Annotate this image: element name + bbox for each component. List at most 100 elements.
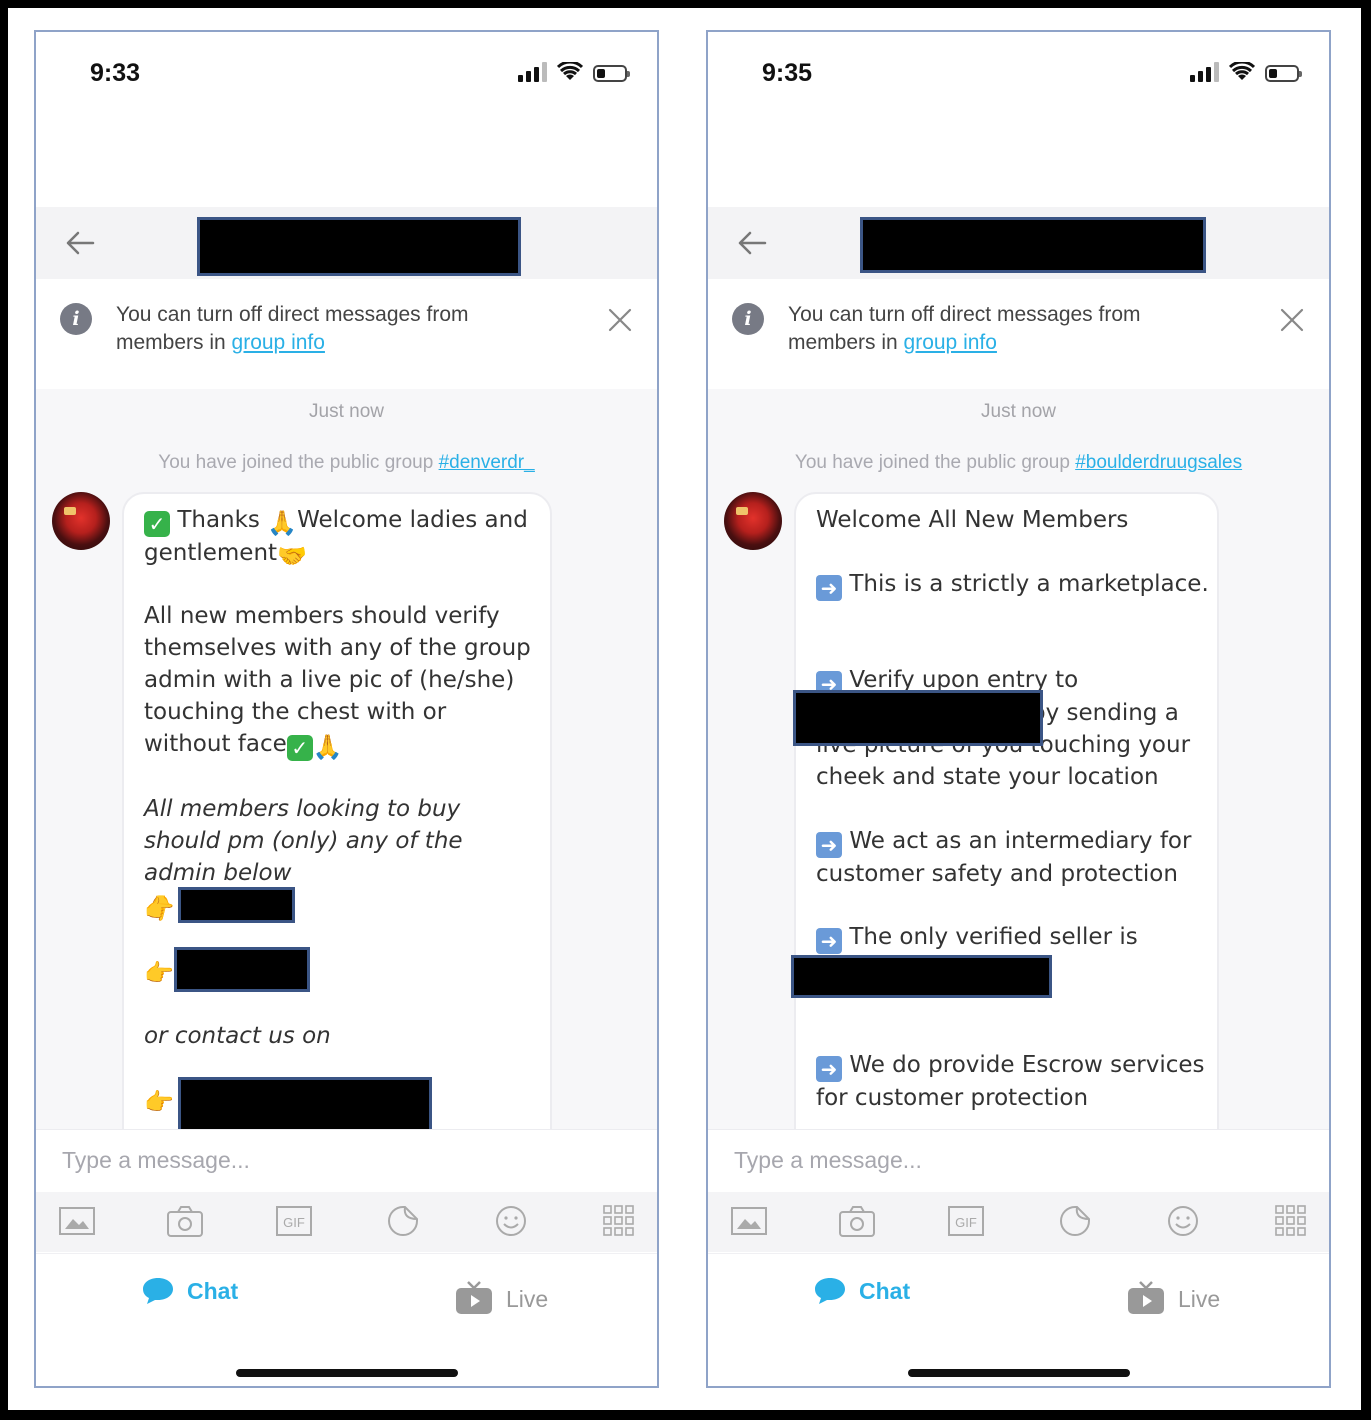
phone-screen-left: 9:33 i You can turn off direct messages … bbox=[34, 30, 659, 1388]
back-arrow-icon[interactable] bbox=[64, 229, 96, 257]
redacted-group-name bbox=[197, 217, 521, 276]
handshake-emoji-icon: 🤝 bbox=[277, 542, 307, 570]
group-info-link[interactable]: group info bbox=[232, 331, 325, 354]
right-arrow-emoji-icon: ➜ bbox=[816, 1056, 842, 1082]
status-bar: 9:33 bbox=[36, 32, 657, 122]
right-arrow-emoji-icon: ➜ bbox=[816, 928, 842, 954]
bottom-tab-bar: Chat Live bbox=[36, 1253, 657, 1386]
camera-icon[interactable] bbox=[838, 1204, 876, 1238]
wifi-icon bbox=[1229, 62, 1255, 80]
chat-header bbox=[36, 207, 657, 279]
message-verify: All new members should verify themselves… bbox=[144, 603, 531, 761]
tab-chat[interactable]: Chat bbox=[813, 1276, 910, 1306]
message-welcome: ✓ Thanks 🙏Welcome ladies and gentlement🤝 bbox=[144, 507, 528, 570]
home-indicator[interactable] bbox=[907, 1369, 1130, 1377]
conversation-area[interactable]: Just now You have joined the public grou… bbox=[36, 389, 657, 1129]
grid-icon[interactable] bbox=[1272, 1204, 1310, 1238]
svg-text:GIF: GIF bbox=[955, 1215, 977, 1230]
message-input-placeholder: Type a message... bbox=[734, 1147, 922, 1173]
message-bubble: Welcome All New Members ➜ This is a stri… bbox=[794, 492, 1219, 1129]
status-bar: 9:35 bbox=[708, 32, 1329, 122]
chat-icon bbox=[815, 1278, 845, 1304]
emoji-icon[interactable] bbox=[1164, 1204, 1202, 1238]
folded-hands-emoji-icon: 🙏 bbox=[267, 509, 298, 537]
redacted-admin-2 bbox=[174, 947, 310, 992]
status-time: 9:35 bbox=[762, 59, 813, 87]
sender-avatar[interactable] bbox=[724, 492, 782, 550]
composer-toolbar: GIF bbox=[36, 1192, 657, 1252]
folded-hands-emoji-icon: 🙏 bbox=[312, 733, 343, 761]
message-contact: or contact us on bbox=[144, 1023, 331, 1049]
close-icon[interactable] bbox=[1279, 307, 1305, 333]
tab-chat-label: Chat bbox=[187, 1277, 239, 1304]
status-time: 9:33 bbox=[90, 59, 141, 87]
tab-chat[interactable]: Chat bbox=[141, 1276, 238, 1306]
right-arrow-emoji-icon: ➜ bbox=[816, 575, 842, 601]
info-icon: i bbox=[60, 303, 92, 335]
emoji-icon[interactable] bbox=[492, 1204, 530, 1238]
tab-live-label: Live bbox=[1178, 1285, 1221, 1312]
composer-toolbar: GIF bbox=[708, 1192, 1329, 1252]
redacted-admin-1 bbox=[178, 887, 295, 923]
redacted-group-name bbox=[860, 217, 1206, 273]
pointing-right-emoji-icon: 👉 bbox=[144, 895, 174, 923]
message-point-5: ➜ We do provide Escrow services for cust… bbox=[816, 1052, 1205, 1111]
group-info-link[interactable]: group info bbox=[904, 331, 997, 354]
tab-live[interactable]: Live bbox=[1126, 1280, 1220, 1318]
bottom-tab-bar: Chat Live bbox=[708, 1253, 1329, 1386]
wifi-icon bbox=[557, 62, 583, 80]
pointing-right-emoji-icon: 👉 bbox=[144, 1088, 174, 1116]
info-icon: i bbox=[732, 303, 764, 335]
group-hashtag-link[interactable]: #denverdr_ bbox=[439, 452, 535, 473]
tab-live-label: Live bbox=[506, 1285, 549, 1312]
joined-group-notice: You have joined the public group #denver… bbox=[158, 452, 535, 473]
redacted-contact bbox=[178, 1077, 432, 1129]
check-mark-emoji-icon: ✓ bbox=[286, 735, 313, 761]
battery-icon bbox=[1265, 65, 1302, 82]
message-point-3: ➜ We act as an intermediary for customer… bbox=[816, 828, 1192, 887]
notice-text: You can turn off direct messages from me… bbox=[788, 303, 1141, 354]
live-tv-icon bbox=[1128, 1281, 1164, 1314]
gif-icon[interactable]: GIF bbox=[947, 1204, 985, 1238]
message-welcome: Welcome All New Members bbox=[816, 507, 1129, 533]
phone-screen-right: 9:35 i You can turn off direct messages … bbox=[706, 30, 1331, 1388]
joined-group-notice: You have joined the public group #boulde… bbox=[794, 452, 1243, 473]
close-icon[interactable] bbox=[607, 307, 633, 333]
chat-icon bbox=[143, 1278, 173, 1304]
group-hashtag-link[interactable]: #boulderdruugsales bbox=[1075, 452, 1242, 473]
back-arrow-icon[interactable] bbox=[736, 229, 768, 257]
dm-notice-banner: i You can turn off direct messages from … bbox=[36, 279, 657, 389]
tab-chat-label: Chat bbox=[859, 1277, 911, 1304]
screenshot-frame: 9:33 i You can turn off direct messages … bbox=[8, 8, 1361, 1410]
image-icon[interactable] bbox=[58, 1204, 96, 1238]
message-point-4: ➜ The only verified seller is bbox=[816, 921, 1211, 954]
message-point-1: ➜ This is a strictly a marketplace. bbox=[816, 568, 1211, 601]
message-input[interactable]: Type a message... bbox=[708, 1129, 1329, 1192]
grid-icon[interactable] bbox=[600, 1204, 638, 1238]
gif-icon[interactable]: GIF bbox=[275, 1204, 313, 1238]
sender-avatar[interactable] bbox=[52, 492, 110, 550]
tab-live[interactable]: Live bbox=[454, 1280, 548, 1318]
notice-text: You can turn off direct messages from me… bbox=[116, 303, 469, 354]
check-mark-emoji-icon: ✓ bbox=[144, 511, 170, 537]
home-indicator[interactable] bbox=[235, 1369, 458, 1377]
redacted-seller-name bbox=[791, 955, 1052, 998]
redacted-group-handle bbox=[793, 690, 1043, 746]
message-input-placeholder: Type a message... bbox=[62, 1147, 250, 1173]
sticker-icon[interactable] bbox=[384, 1204, 422, 1238]
battery-icon bbox=[593, 65, 630, 82]
sticker-icon[interactable] bbox=[1056, 1204, 1094, 1238]
camera-icon[interactable] bbox=[166, 1204, 204, 1238]
chat-header bbox=[708, 207, 1329, 279]
message-input[interactable]: Type a message... bbox=[36, 1129, 657, 1192]
dm-notice-banner: i You can turn off direct messages from … bbox=[708, 279, 1329, 389]
signal-icon bbox=[1190, 62, 1219, 82]
image-icon[interactable] bbox=[730, 1204, 768, 1238]
message-bubble: ✓ Thanks 🙏Welcome ladies and gentlement🤝… bbox=[122, 492, 552, 1129]
svg-text:GIF: GIF bbox=[283, 1215, 305, 1230]
conversation-area[interactable]: Just now You have joined the public grou… bbox=[708, 389, 1329, 1129]
message-timestamp: Just now bbox=[309, 401, 384, 422]
live-tv-icon bbox=[456, 1281, 492, 1314]
message-timestamp: Just now bbox=[981, 401, 1056, 422]
signal-icon bbox=[518, 62, 547, 82]
